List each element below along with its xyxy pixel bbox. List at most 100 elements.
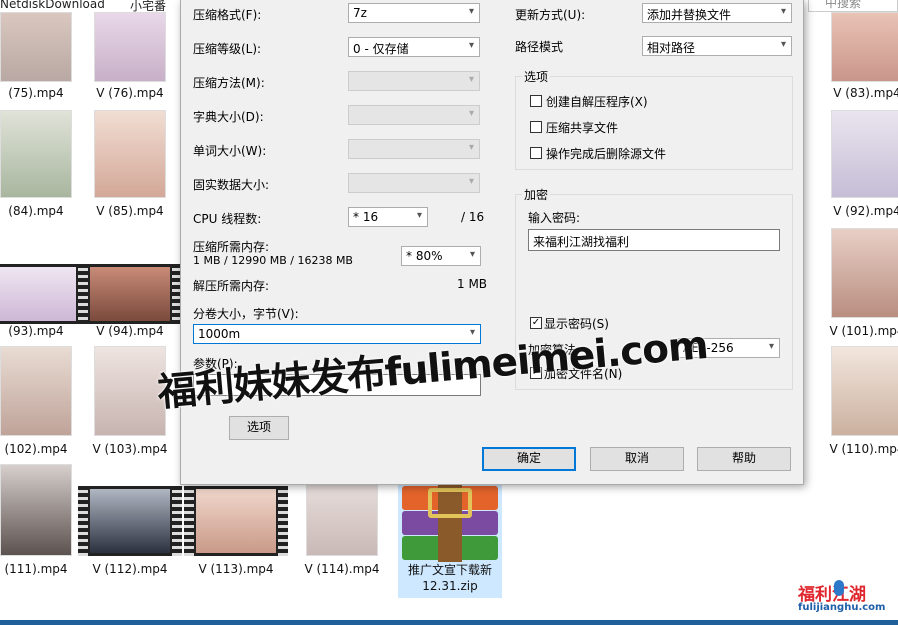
video-thumbnail [94, 110, 166, 198]
add-to-archive-dialog: 压缩格式(F): 7z ▾ 压缩等级(L): 0 - 仅存储 ▾ 压缩方法(M): … [180, 0, 804, 485]
video-thumbnail [184, 486, 288, 556]
file-name: V (83).mp4 [833, 86, 898, 100]
file-name: (111).mp4 [4, 562, 68, 576]
word-select: ▾ [348, 139, 480, 159]
threads-max: / 16 [461, 210, 485, 224]
file-name: V (101).mp4 [829, 324, 898, 338]
format-value: 7z [353, 6, 367, 20]
path-value: 相对路径 [647, 41, 696, 55]
file-tile[interactable]: V (85).mp4 [78, 110, 182, 226]
winrar-archive-icon [402, 480, 498, 562]
path-select[interactable]: 相对路径 ▾ [642, 36, 792, 56]
threads-select[interactable]: * 16 ▾ [348, 207, 428, 227]
film-strip-icon [78, 486, 88, 556]
video-thumbnail [831, 228, 898, 318]
dict-select: ▾ [348, 105, 480, 125]
update-select[interactable]: 添加并替换文件 ▾ [642, 3, 792, 23]
mem-percent-select[interactable]: * 80% ▾ [401, 246, 481, 266]
ok-button[interactable]: 确定 [482, 447, 576, 471]
video-thumbnail [831, 346, 898, 436]
show-password-checkbox[interactable]: ✓ [530, 317, 542, 329]
chevron-down-icon: ▾ [468, 74, 474, 85]
file-name: V (112).mp4 [92, 562, 168, 576]
video-thumbnail [0, 12, 72, 82]
file-name: 推广文宣下载新12.31.zip [407, 563, 492, 593]
video-thumbnail [0, 464, 72, 556]
file-tile[interactable]: V (110).mp4 [815, 346, 898, 462]
taskbar-edge [0, 620, 898, 625]
path-label: 路径模式 [515, 40, 564, 54]
help-button[interactable]: 帮助 [697, 447, 791, 471]
mem-comp-label: 压缩所需内存: [193, 240, 270, 254]
format-select[interactable]: 7z ▾ [348, 3, 480, 23]
file-tile[interactable]: V (112).mp4 [78, 464, 182, 580]
volume-label: 分卷大小，字节(V): [193, 307, 299, 321]
threads-label: CPU 线程数: [193, 212, 262, 226]
sfx-checkbox[interactable] [530, 95, 542, 107]
password-input[interactable]: 来福利江湖找福利 [528, 229, 780, 251]
video-thumbnail [94, 346, 166, 436]
cancel-button[interactable]: 取消 [590, 447, 684, 471]
shared-checkbox[interactable] [530, 121, 542, 133]
file-name: V (103).mp4 [92, 442, 168, 456]
search-input[interactable]: 中搜索 [808, 0, 898, 12]
update-value: 添加并替换文件 [647, 8, 732, 22]
options-group: 选项 创建自解压程序(X) 压缩共享文件 操作完成后删除源文件 [515, 68, 793, 170]
mem-percent-value: * 80% [406, 249, 443, 263]
threads-value: * 16 [353, 210, 379, 224]
sfx-label: 创建自解压程序(X) [546, 95, 648, 109]
chevron-down-icon: ▾ [768, 341, 774, 352]
chevron-down-icon: ▾ [468, 6, 474, 17]
video-thumbnail [831, 12, 898, 82]
chevron-down-icon: ▾ [468, 176, 474, 187]
file-name: (84).mp4 [8, 204, 64, 218]
file-name: V (76).mp4 [96, 86, 164, 100]
level-select[interactable]: 0 - 仅存储 ▾ [348, 37, 480, 57]
film-strip-icon [184, 486, 194, 556]
file-tile[interactable]: V (101).mp4 [815, 228, 898, 344]
mem-decomp-label: 解压所需内存: [193, 279, 270, 293]
breadcrumb-netdisk[interactable]: NetdiskDownload [0, 0, 105, 11]
video-thumbnail [831, 110, 898, 198]
dict-label: 字典大小(D): [193, 110, 264, 124]
film-strip-icon [172, 486, 182, 556]
file-tile[interactable]: (93).mp4 [0, 228, 88, 344]
mem-decomp-value: 1 MB [457, 277, 488, 291]
film-strip-icon [78, 264, 88, 324]
microphone-icon [834, 580, 844, 596]
chevron-down-icon: ▾ [468, 142, 474, 153]
file-name: V (113).mp4 [198, 562, 274, 576]
solid-label: 固实数据大小: [193, 178, 270, 192]
chevron-down-icon: ▾ [468, 108, 474, 119]
logo-url: fulijianghu.com [798, 602, 886, 613]
options-button[interactable]: 选项 [229, 416, 289, 440]
chevron-down-icon: ▾ [780, 6, 786, 17]
file-tile[interactable]: (102).mp4 [0, 346, 88, 462]
solid-select: ▾ [348, 173, 480, 193]
site-logo: 福利江湖 fulijianghu.com [792, 578, 892, 618]
level-label: 压缩等级(L): [193, 42, 262, 56]
shared-label: 压缩共享文件 [546, 121, 619, 135]
file-name: V (110).mp4 [829, 442, 898, 456]
file-name: V (85).mp4 [96, 204, 164, 218]
video-thumbnail [78, 486, 182, 556]
file-name: V (114).mp4 [304, 562, 380, 576]
file-tile[interactable]: V (94).mp4 [78, 228, 182, 344]
word-label: 单词大小(W): [193, 144, 267, 158]
volume-value: 1000m [198, 327, 241, 341]
video-thumbnail [0, 110, 72, 198]
encryption-group-title: 加密 [522, 186, 551, 203]
password-label: 输入密码: [528, 211, 581, 225]
video-thumbnail [78, 264, 182, 324]
file-name: V (94).mp4 [96, 324, 164, 338]
chevron-down-icon: ▾ [468, 40, 474, 51]
delete-checkbox[interactable] [530, 147, 542, 159]
method-select: ▾ [348, 71, 480, 91]
file-name: (93).mp4 [8, 324, 64, 338]
file-name: (102).mp4 [4, 442, 68, 456]
file-tile[interactable]: (111).mp4 [0, 464, 88, 580]
film-strip-icon [278, 486, 288, 556]
file-tile[interactable]: (84).mp4 [0, 110, 88, 226]
file-tile[interactable]: V (92).mp4 [815, 110, 898, 226]
mem-comp-detail: 1 MB / 12990 MB / 16238 MB [193, 254, 353, 267]
